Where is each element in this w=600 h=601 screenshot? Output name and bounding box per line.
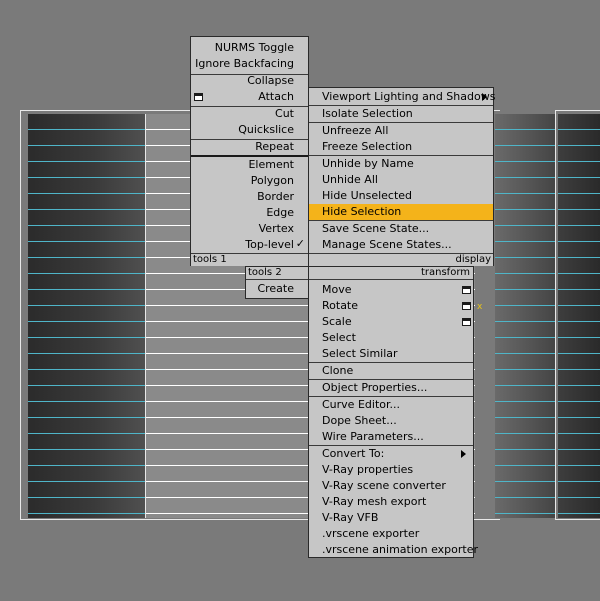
- menu-item-hide-unselected[interactable]: Hide Unselected: [322, 188, 412, 204]
- menu-item-scale[interactable]: Scale: [322, 314, 352, 330]
- menu-item-create[interactable]: Create: [257, 281, 294, 297]
- rotate-axis-marker: x: [477, 302, 483, 312]
- menu-item-select[interactable]: Select: [322, 330, 356, 346]
- quad-menu-tools1: NURMS Toggle Ignore Backfacing Collapse …: [190, 36, 309, 266]
- menu-item-vray-vfb[interactable]: V-Ray VFB: [322, 510, 378, 526]
- menu-item-freeze-selection[interactable]: Freeze Selection: [322, 139, 412, 155]
- menu-item-vertex[interactable]: Vertex: [259, 221, 294, 237]
- viewport-grid-right: [495, 114, 555, 518]
- quad-label-tools1: tools 1: [191, 253, 308, 266]
- menu-item-vray-properties[interactable]: V-Ray properties: [322, 462, 413, 478]
- menu-item-wire-parameters[interactable]: Wire Parameters...: [322, 429, 424, 445]
- menu-item-rotate[interactable]: Rotate: [322, 298, 358, 314]
- menu-item-edge[interactable]: Edge: [266, 205, 294, 221]
- menu-item-convert-to[interactable]: Convert To:: [322, 446, 384, 462]
- menu-item-quickslice[interactable]: Quickslice: [238, 122, 294, 138]
- menu-item-clone[interactable]: Clone: [322, 363, 353, 379]
- menu-item-move[interactable]: Move: [322, 282, 352, 298]
- quad-label-tools2: tools 2: [246, 267, 308, 280]
- menu-item-unhide-by-name[interactable]: Unhide by Name: [322, 156, 414, 172]
- menu-item-select-similar[interactable]: Select Similar: [322, 346, 398, 362]
- quad-menu-transform: transform Move Rotate x Scale Select Sel…: [308, 266, 482, 558]
- quad-label-display: display: [309, 253, 493, 266]
- quad-label-transform: transform: [309, 267, 473, 280]
- rotate-settings-box-icon[interactable]: [462, 302, 471, 310]
- viewport-frame-right: [555, 110, 600, 520]
- menu-item-isolate-selection[interactable]: Isolate Selection: [322, 106, 413, 122]
- menu-item-collapse[interactable]: Collapse: [247, 73, 294, 89]
- menu-item-dope-sheet[interactable]: Dope Sheet...: [322, 413, 397, 429]
- menu-item-vrscene-animation-exporter[interactable]: .vrscene animation exporter: [322, 542, 478, 558]
- move-settings-box-icon[interactable]: [462, 286, 471, 294]
- settings-box-icon[interactable]: [194, 93, 203, 101]
- menu-item-ignore-backfacing[interactable]: Ignore Backfacing: [195, 56, 294, 72]
- quad-menu-display: Viewport Lighting and Shadows Isolate Se…: [308, 87, 495, 266]
- submenu-arrow-icon: [461, 450, 466, 458]
- scale-settings-box-icon[interactable]: [462, 318, 471, 326]
- menu-item-cut[interactable]: Cut: [275, 106, 294, 122]
- menu-item-hide-selection[interactable]: Hide Selection: [322, 204, 401, 220]
- menu-item-viewport-lighting[interactable]: Viewport Lighting and Shadows: [322, 89, 495, 105]
- menu-item-vrscene-exporter[interactable]: .vrscene exporter: [322, 526, 419, 542]
- menu-item-element[interactable]: Element: [248, 157, 294, 173]
- menu-item-attach[interactable]: Attach: [258, 89, 294, 105]
- menu-item-object-properties[interactable]: Object Properties...: [322, 380, 427, 396]
- menu-item-curve-editor[interactable]: Curve Editor...: [322, 397, 400, 413]
- menu-item-unhide-all[interactable]: Unhide All: [322, 172, 378, 188]
- menu-item-unfreeze-all[interactable]: Unfreeze All: [322, 123, 388, 139]
- checkmark-icon: ✓: [295, 237, 305, 250]
- menu-item-top-level[interactable]: Top-level: [245, 237, 294, 253]
- menu-item-nurms-toggle[interactable]: NURMS Toggle: [215, 40, 294, 56]
- menu-item-save-scene-state[interactable]: Save Scene State...: [322, 221, 429, 237]
- viewport-frame-divider: [145, 114, 146, 518]
- menu-item-border[interactable]: Border: [257, 189, 294, 205]
- menu-item-repeat[interactable]: Repeat: [255, 139, 294, 155]
- menu-item-manage-scene-states[interactable]: Manage Scene States...: [322, 237, 452, 253]
- menu-item-vray-mesh-export[interactable]: V-Ray mesh export: [322, 494, 426, 510]
- submenu-arrow-icon: [482, 93, 487, 101]
- quad-menu-tools2: tools 2 Create: [245, 266, 309, 299]
- menu-item-vray-scene-converter[interactable]: V-Ray scene converter: [322, 478, 446, 494]
- menu-item-polygon[interactable]: Polygon: [251, 173, 294, 189]
